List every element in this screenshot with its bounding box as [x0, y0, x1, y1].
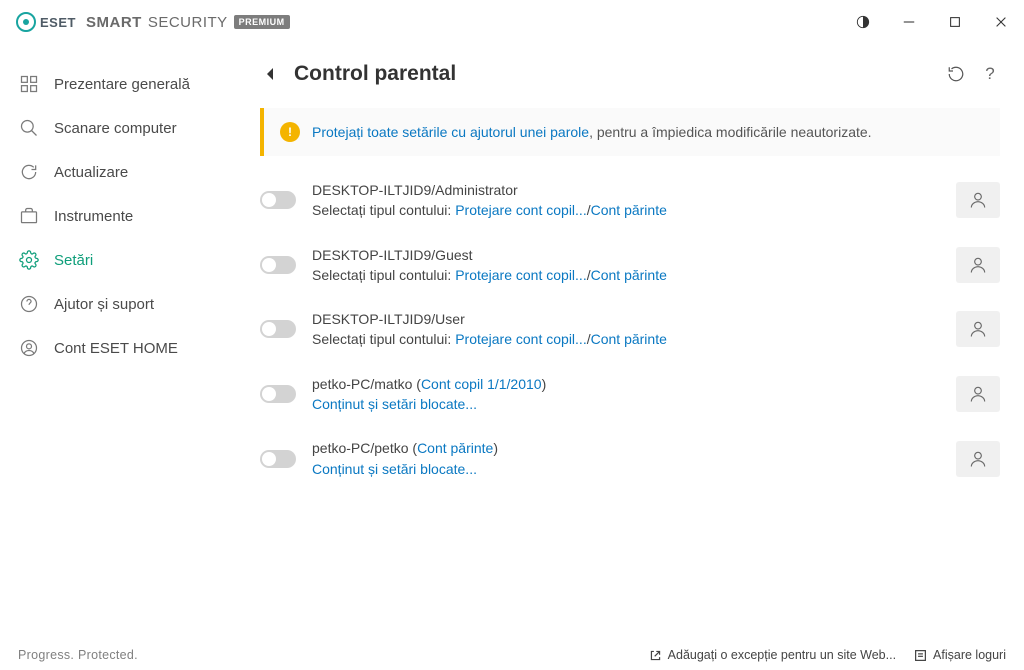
account-type-prefix: Selectați tipul contului: [312, 331, 455, 347]
brand: ESET SMART SECURITY PREMIUM [16, 12, 290, 32]
close-button[interactable] [978, 0, 1024, 44]
account-row: DESKTOP-ILTJID9/User Selectați tipul con… [260, 297, 1000, 362]
sidebar-item-scan[interactable]: Scanare computer [4, 106, 246, 150]
help-icon [18, 293, 40, 315]
user-details-button[interactable] [956, 247, 1000, 283]
parent-account-link[interactable]: Cont părinte [591, 202, 667, 218]
account-name: petko-PC/matko ( [312, 376, 421, 392]
contrast-button[interactable] [840, 0, 886, 44]
account-type-link[interactable]: Cont părinte [417, 440, 493, 456]
gear-icon [18, 249, 40, 271]
account-row: petko-PC/matko (Cont copil 1/1/2010) Con… [260, 362, 1000, 427]
account-type-link[interactable]: Cont copil 1/1/2010 [421, 376, 542, 392]
brand-product1: SMART [86, 14, 142, 31]
sidebar-item-label: Setări [54, 252, 93, 269]
protect-child-link[interactable]: Protejare cont copil... [455, 267, 587, 283]
account-name: DESKTOP-ILTJID9/User [312, 309, 940, 329]
sidebar-item-account[interactable]: Cont ESET HOME [4, 326, 246, 370]
account-toggle[interactable] [260, 256, 296, 274]
content-settings-link[interactable]: Conținut și setări blocate... [312, 396, 477, 412]
account-toggle[interactable] [260, 385, 296, 403]
show-logs-link[interactable]: Afișare loguri [914, 648, 1006, 662]
sidebar-item-help[interactable]: Ajutor și suport [4, 282, 246, 326]
account-name: petko-PC/petko ( [312, 440, 417, 456]
protect-child-link[interactable]: Protejare cont copil... [455, 331, 587, 347]
banner-text: , pentru a împiedica modificările neauto… [589, 124, 871, 140]
sidebar: Prezentare generală Scanare computer Act… [0, 44, 250, 640]
eset-logo: ESET [16, 12, 78, 32]
parent-account-link[interactable]: Cont părinte [591, 331, 667, 347]
account-toggle[interactable] [260, 450, 296, 468]
account-name: DESKTOP-ILTJID9/Guest [312, 245, 940, 265]
warning-icon: ! [280, 122, 300, 142]
briefcase-icon [18, 205, 40, 227]
content-settings-link[interactable]: Conținut și setări blocate... [312, 461, 477, 477]
search-icon [18, 117, 40, 139]
account-row: DESKTOP-ILTJID9/Administrator Selectați … [260, 168, 1000, 233]
account-row: DESKTOP-ILTJID9/Guest Selectați tipul co… [260, 233, 1000, 298]
account-type-prefix: Selectați tipul contului: [312, 202, 455, 218]
logs-icon [914, 649, 927, 662]
minimize-button[interactable] [886, 0, 932, 44]
user-details-button[interactable] [956, 441, 1000, 477]
page-header: Control parental ? [260, 62, 1000, 86]
overview-icon [18, 73, 40, 95]
sidebar-item-label: Actualizare [54, 164, 128, 181]
main: Control parental ? ! Protejați toate set… [250, 44, 1024, 640]
sidebar-item-tools[interactable]: Instrumente [4, 194, 246, 238]
titlebar: ESET SMART SECURITY PREMIUM [0, 0, 1024, 44]
protect-child-link[interactable]: Protejare cont copil... [455, 202, 587, 218]
account-toggle[interactable] [260, 320, 296, 338]
sidebar-item-update[interactable]: Actualizare [4, 150, 246, 194]
user-details-button[interactable] [956, 182, 1000, 218]
user-details-button[interactable] [956, 311, 1000, 347]
sidebar-item-label: Instrumente [54, 208, 133, 225]
account-row: petko-PC/petko (Cont părinte) Conținut ș… [260, 426, 1000, 491]
window-controls [840, 0, 1024, 44]
footer: Progress. Protected. Adăugați o excepție… [0, 640, 1024, 670]
maximize-button[interactable] [932, 0, 978, 44]
brand-tier-badge: PREMIUM [234, 15, 290, 29]
sidebar-item-label: Scanare computer [54, 120, 177, 137]
brand-product2: SECURITY [148, 14, 228, 31]
password-protection-banner: ! Protejați toate setările cu ajutorul u… [260, 108, 1000, 156]
sidebar-item-label: Cont ESET HOME [54, 340, 178, 357]
reset-button[interactable] [946, 64, 966, 84]
sidebar-item-label: Prezentare generală [54, 76, 190, 93]
page-title: Control parental [294, 62, 456, 86]
banner-link[interactable]: Protejați toate setările cu ajutorul une… [312, 124, 589, 140]
accounts-list: DESKTOP-ILTJID9/Administrator Selectați … [260, 168, 1000, 491]
footer-slogan: Progress. Protected. [18, 648, 138, 662]
sidebar-item-overview[interactable]: Prezentare generală [4, 62, 246, 106]
user-circle-icon [18, 337, 40, 359]
account-toggle[interactable] [260, 191, 296, 209]
sidebar-item-label: Ajutor și suport [54, 296, 154, 313]
user-details-button[interactable] [956, 376, 1000, 412]
account-type-prefix: Selectați tipul contului: [312, 267, 455, 283]
back-button[interactable] [260, 67, 280, 81]
account-name: DESKTOP-ILTJID9/Administrator [312, 180, 940, 200]
refresh-icon [18, 161, 40, 183]
svg-text:ESET: ESET [40, 15, 76, 30]
add-exception-link[interactable]: Adăugați o excepție pentru un site Web..… [649, 648, 896, 662]
help-button[interactable]: ? [980, 64, 1000, 84]
external-link-icon [649, 649, 662, 662]
sidebar-item-settings[interactable]: Setări [4, 238, 246, 282]
parent-account-link[interactable]: Cont părinte [591, 267, 667, 283]
